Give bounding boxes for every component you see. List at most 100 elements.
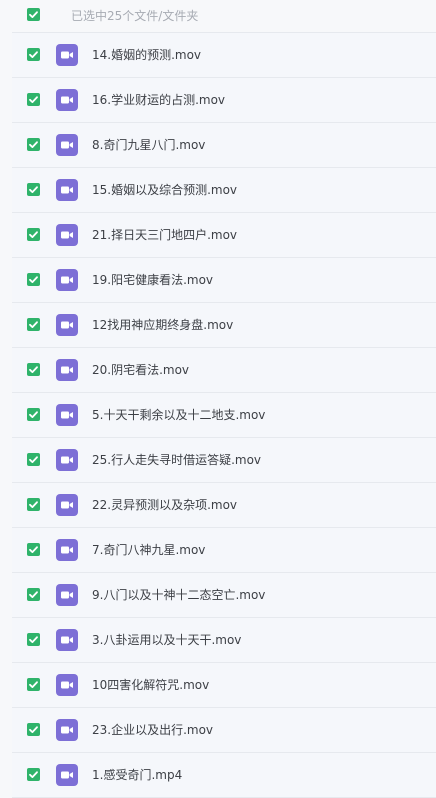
- checkmark-icon: [29, 726, 38, 733]
- video-file-icon: [56, 89, 78, 111]
- select-all-checkbox[interactable]: [27, 8, 40, 21]
- video-file-icon: [56, 629, 78, 651]
- checkmark-icon: [29, 231, 38, 238]
- video-camera-icon: [61, 726, 73, 734]
- file-checkbox[interactable]: [27, 768, 40, 781]
- video-camera-icon: [61, 456, 73, 464]
- video-camera-icon: [61, 771, 73, 779]
- checkmark-icon: [29, 321, 38, 328]
- checkmark-icon: [29, 96, 38, 103]
- file-checkbox[interactable]: [27, 408, 40, 421]
- file-row[interactable]: 22.灵异预测以及杂项.mov: [12, 483, 436, 528]
- video-file-icon: [56, 314, 78, 336]
- file-row[interactable]: 1.感受奇门.mp4: [12, 753, 436, 798]
- checkmark-icon: [29, 636, 38, 643]
- file-checkbox[interactable]: [27, 543, 40, 556]
- file-row[interactable]: 9.八门以及十神十二态空亡.mov: [12, 573, 436, 618]
- file-row[interactable]: 5.十天干剩余以及十二地支.mov: [12, 393, 436, 438]
- video-file-icon: [56, 179, 78, 201]
- file-row[interactable]: 21.择日天三门地四户.mov: [12, 213, 436, 258]
- video-camera-icon: [61, 546, 73, 554]
- file-name: 14.婚姻的预测.mov: [92, 48, 202, 62]
- file-checkbox[interactable]: [27, 138, 40, 151]
- file-row[interactable]: 16.学业财运的占测.mov: [12, 78, 436, 123]
- file-checkbox[interactable]: [27, 633, 40, 646]
- file-checkbox[interactable]: [27, 183, 40, 196]
- file-row[interactable]: 3.八卦运用以及十天干.mov: [12, 618, 436, 663]
- video-camera-icon: [61, 96, 73, 104]
- file-checkbox[interactable]: [27, 228, 40, 241]
- video-camera-icon: [61, 681, 73, 689]
- file-row[interactable]: 12找用神应期终身盘.mov: [12, 303, 436, 348]
- file-name: 1.感受奇门.mp4: [92, 768, 183, 782]
- file-row[interactable]: 23.企业以及出行.mov: [12, 708, 436, 753]
- video-file-icon: [56, 134, 78, 156]
- file-checkbox[interactable]: [27, 498, 40, 511]
- file-row[interactable]: 15.婚姻以及综合预测.mov: [12, 168, 436, 213]
- file-checkbox[interactable]: [27, 678, 40, 691]
- video-file-icon: [56, 224, 78, 246]
- file-name: 20.阴宅看法.mov: [92, 363, 190, 377]
- video-camera-icon: [61, 366, 73, 374]
- file-name: 23.企业以及出行.mov: [92, 723, 214, 737]
- file-name: 9.八门以及十神十二态空亡.mov: [92, 588, 266, 602]
- file-checkbox[interactable]: [27, 588, 40, 601]
- video-file-icon: [56, 269, 78, 291]
- file-checkbox[interactable]: [27, 363, 40, 376]
- video-camera-icon: [61, 501, 73, 509]
- video-camera-icon: [61, 51, 73, 59]
- file-row[interactable]: 25.行人走失寻时借运答疑.mov: [12, 438, 436, 483]
- file-row[interactable]: 19.阳宅健康看法.mov: [12, 258, 436, 303]
- file-row[interactable]: 14.婚姻的预测.mov: [12, 32, 436, 78]
- file-checkbox[interactable]: [27, 453, 40, 466]
- file-name: 22.灵异预测以及杂项.mov: [92, 498, 238, 512]
- checkmark-icon: [29, 276, 38, 283]
- file-checkbox[interactable]: [27, 48, 40, 61]
- checkmark-icon: [29, 366, 38, 373]
- video-file-icon: [56, 539, 78, 561]
- file-row[interactable]: 7.奇门八神九星.mov: [12, 528, 436, 573]
- file-checkbox[interactable]: [27, 93, 40, 106]
- file-name: 12找用神应期终身盘.mov: [92, 318, 234, 332]
- video-camera-icon: [61, 186, 73, 194]
- video-file-icon: [56, 764, 78, 786]
- file-name: 15.婚姻以及综合预测.mov: [92, 183, 238, 197]
- checkmark-icon: [29, 681, 38, 688]
- video-file-icon: [56, 719, 78, 741]
- video-camera-icon: [61, 276, 73, 284]
- video-camera-icon: [61, 411, 73, 419]
- file-name: 19.阳宅健康看法.mov: [92, 273, 214, 287]
- video-file-icon: [56, 674, 78, 696]
- video-camera-icon: [61, 591, 73, 599]
- file-name: 25.行人走失寻时借运答疑.mov: [92, 453, 262, 467]
- checkmark-icon: [29, 591, 38, 598]
- checkmark-icon: [29, 411, 38, 418]
- file-checkbox[interactable]: [27, 723, 40, 736]
- file-name: 16.学业财运的占测.mov: [92, 93, 226, 107]
- checkmark-icon: [29, 501, 38, 508]
- checkmark-icon: [29, 51, 38, 58]
- selection-header: 已选中25个文件/文件夹: [0, 0, 436, 32]
- checkmark-icon: [29, 456, 38, 463]
- file-row[interactable]: 8.奇门九星八门.mov: [12, 123, 436, 168]
- file-checkbox[interactable]: [27, 273, 40, 286]
- file-name: 5.十天干剩余以及十二地支.mov: [92, 408, 266, 422]
- checkmark-icon: [29, 771, 38, 778]
- file-row[interactable]: 10四害化解符咒.mov: [12, 663, 436, 708]
- file-name: 8.奇门九星八门.mov: [92, 138, 206, 152]
- file-checkbox[interactable]: [27, 318, 40, 331]
- file-name: 7.奇门八神九星.mov: [92, 543, 206, 557]
- video-file-icon: [56, 494, 78, 516]
- file-selection-page: 已选中25个文件/文件夹 14.婚姻的预测.mov 16.学业财运的占测.mov…: [0, 0, 436, 798]
- video-file-icon: [56, 404, 78, 426]
- video-file-icon: [56, 44, 78, 66]
- video-file-icon: [56, 359, 78, 381]
- file-list: 14.婚姻的预测.mov 16.学业财运的占测.mov 8.奇门九星八门.mov…: [12, 32, 436, 798]
- checkmark-icon: [29, 11, 38, 18]
- file-row[interactable]: 20.阴宅看法.mov: [12, 348, 436, 393]
- file-name: 3.八卦运用以及十天干.mov: [92, 633, 242, 647]
- checkmark-icon: [29, 546, 38, 553]
- checkmark-icon: [29, 141, 38, 148]
- video-camera-icon: [61, 636, 73, 644]
- file-name: 21.择日天三门地四户.mov: [92, 228, 238, 242]
